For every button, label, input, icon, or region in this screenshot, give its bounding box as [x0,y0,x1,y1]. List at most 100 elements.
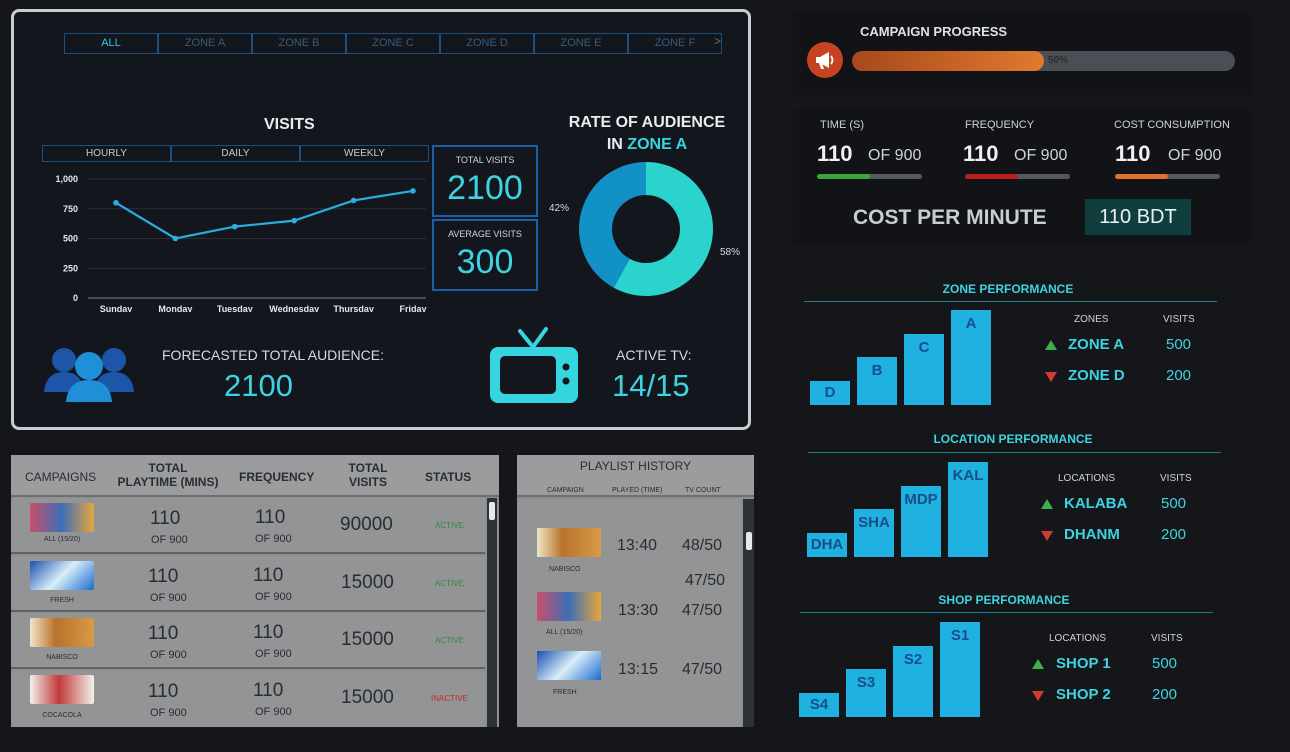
frequency-of: OF 900 [255,706,292,718]
period-tabs: HOURLY DAILY WEEKLY [42,145,429,162]
zone-bottom-visits: 200 [1166,367,1192,384]
visits-line-chart: 1,000 750 500 250 0 Sunday Monday Tuesday Wednes… [55,174,426,312]
visits-value: 90000 [340,514,393,535]
y-tick-label: 1,000 [55,174,78,184]
cost-consumption-of: OF 900 [1168,147,1222,164]
x-tick-label: Thursday [333,304,374,312]
campaigns-scrollbar[interactable] [487,498,497,727]
playtime-value: 110 [150,508,181,529]
playlist-item-time: 13:30 [618,602,659,619]
zone-tabs: ALL ZONE A ZONE B ZONE C ZONE D ZONE E Z… [64,33,722,54]
average-visits-label: AVERAGE VISITS [448,229,522,239]
zone-performance-divider [804,301,1217,302]
campaign-thumbnail [30,561,94,590]
audience-rate-zone: ZONE A [627,136,688,153]
bar-s1: S1 [940,622,980,717]
campaign-name: ALL (15/20) [43,536,81,543]
th-playtime-line1: TOTAL [148,461,188,475]
table-row[interactable]: FRESH 110 OF 900 110 OF 900 15000 ACTIVE [11,556,485,612]
y-tick-label: 500 [63,234,78,244]
tab-zone-a[interactable]: ZONE A [158,33,252,54]
x-tick-label: Monday [158,304,192,312]
bar-label: B [871,362,883,379]
trend-up-icon [1041,499,1053,509]
playtime-of: OF 900 [150,707,187,719]
bar-label: MDP [904,491,938,508]
audience-rate-title-line2: IN ZONE A [562,134,732,156]
playtime-value: 110 [148,681,179,702]
table-row[interactable]: COCACOLA 110 OF 900 110 OF 900 15000 INA… [11,671,485,727]
cost-consumption-value: 110 [1115,141,1151,166]
playtime-of: OF 900 [151,534,188,546]
frequency-bar [965,174,1070,179]
audience-group-icon [44,348,134,402]
trend-down-icon [1041,531,1053,541]
shop-bar-chart: S4 S3 S2 S1 [799,622,989,717]
playlist-item-count: 47/50 [682,602,723,619]
playtime-of: OF 900 [150,649,187,661]
bar-sha: SHA [854,509,894,557]
tab-all[interactable]: ALL [64,33,158,54]
campaigns-table-header: CAMPAIGNS TOTAL PLAYTIME (MINS) FREQUENC… [11,455,499,497]
tab-hourly[interactable]: HOURLY [42,145,171,162]
data-point [172,235,179,242]
playlist-scroll-thumb[interactable] [746,532,752,550]
tab-zone-d[interactable]: ZONE D [440,33,534,54]
th-visits-line1: TOTAL [348,461,388,475]
cost-consumption-bar-fill [1115,174,1168,179]
bar-label: A [965,315,977,332]
x-tick-label: Friday [399,304,426,312]
tab-zone-c[interactable]: ZONE C [346,33,440,54]
bar-label: C [918,339,930,356]
frequency-of: OF 900 [255,533,292,545]
bar-s3: S3 [846,669,886,717]
bar-label: D [824,384,836,401]
tab-zone-b[interactable]: ZONE B [252,33,346,54]
zones-col-header: ZONES [1074,314,1109,325]
tab-zone-e[interactable]: ZONE E [534,33,628,54]
tabs-next-icon[interactable]: > [714,34,721,48]
data-point [291,217,297,224]
table-row[interactable]: ALL (15/20) 110 OF 900 110 OF 900 90000 … [11,498,485,554]
tab-zone-f[interactable]: ZONE F [628,33,722,54]
active-tv-label: ACTIVE TV: [616,347,692,363]
campaign-progress-bar: 50% [852,51,1235,71]
x-tick-label: Wednesday [269,304,319,312]
playlist-scrollbar[interactable] [743,499,754,727]
visits-value: 15000 [341,572,394,593]
location-performance-divider [808,452,1221,453]
th-status: STATUS [425,470,472,484]
data-point [113,200,119,206]
playtime-value: 110 [148,566,179,587]
table-row[interactable]: NABISCO 110 OF 900 110 OF 900 15000 ACTI… [11,613,485,669]
playlist-item-count: 48/50 [682,537,723,554]
playtime-of: OF 900 [150,592,187,604]
campaign-name: FRESH [50,597,74,604]
th-visits-line2: VISITS [348,475,387,489]
status-badge: ACTIVE [435,636,464,645]
frequency-value: 110 [253,565,284,586]
tab-daily[interactable]: DAILY [171,145,300,162]
tab-weekly[interactable]: WEEKLY [300,145,429,162]
bar-d: D [810,381,850,405]
frequency-of: OF 900 [255,648,292,660]
campaign-progress-title: CAMPAIGN PROGRESS [860,24,1008,39]
th-frequency: FREQUENCY [239,470,315,484]
shop-performance-title: SHOP PERFORMANCE [938,593,1070,607]
campaign-progress-percent: 50% [1048,55,1069,66]
frequency-label: FREQUENCY [965,119,1035,131]
campaigns-scroll-thumb[interactable] [489,502,495,520]
playlist-thumbnail [537,528,601,557]
trend-up-icon [1032,659,1044,669]
forecast-label: FORECASTED TOTAL AUDIENCE: [162,347,384,363]
playlist-thumbnail [537,651,601,680]
frequency-of: OF 900 [255,591,292,603]
x-tick-label: Tuesday [217,304,253,312]
time-label: TIME (S) [820,119,864,131]
playlist-item-name: NABISCO [549,566,581,573]
campaigns-table: CAMPAIGNS TOTAL PLAYTIME (MINS) FREQUENC… [11,455,499,727]
th-playtime: TOTAL PLAYTIME (MINS) [115,461,221,489]
active-tv-value: 14/15 [612,368,690,403]
shop-bottom-visits: 200 [1152,686,1178,703]
bar-label: DHA [810,536,844,553]
